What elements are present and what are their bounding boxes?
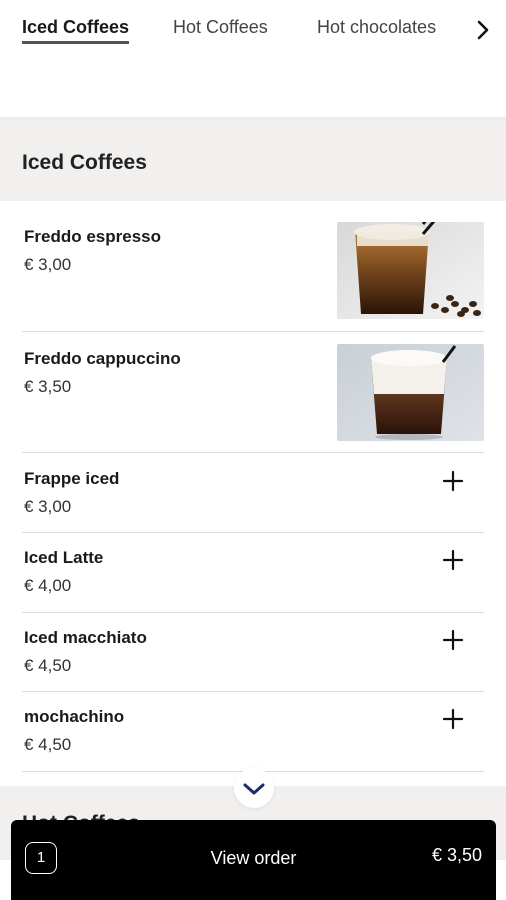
plus-icon — [442, 470, 464, 492]
menu-item-frappe-iced[interactable]: Frappe iced € 3,00 — [22, 453, 484, 533]
plus-icon — [442, 708, 464, 730]
category-tabs: Iced Coffees Hot Coffees Hot chocolates — [0, 0, 506, 62]
item-name: mochachino — [24, 707, 125, 726]
item-name: Frappe iced — [24, 469, 120, 488]
order-total: € 3,50 — [431, 845, 482, 865]
item-name: Freddo espresso — [24, 227, 161, 246]
item-price: € 4,00 — [24, 576, 72, 595]
item-photo — [337, 344, 484, 441]
menu-item-iced-macchiato[interactable]: Iced macchiato € 4,50 — [22, 613, 484, 692]
add-item-button[interactable] — [440, 706, 466, 732]
menu-item-mochachino[interactable]: mochachino € 4,50 — [22, 692, 484, 772]
chevron-down-icon — [243, 783, 265, 795]
plus-icon — [442, 629, 464, 651]
item-photo — [337, 222, 484, 319]
chevron-right-icon — [477, 20, 489, 40]
item-price: € 4,50 — [24, 656, 72, 675]
tab-hot-chocolates[interactable]: Hot chocolates — [317, 17, 436, 38]
plus-icon — [442, 549, 464, 571]
item-name: Iced Latte — [24, 548, 104, 567]
section-title: Iced Coffees — [22, 151, 147, 174]
menu-item-iced-latte[interactable]: Iced Latte € 4,00 — [22, 533, 484, 613]
item-price: € 3,50 — [24, 377, 72, 396]
item-price: € 3,00 — [24, 497, 72, 516]
tab-hot-coffees[interactable]: Hot Coffees — [173, 17, 268, 38]
add-item-button[interactable] — [440, 627, 466, 653]
item-name: Iced macchiato — [24, 628, 147, 647]
item-name: Freddo cappuccino — [24, 349, 181, 368]
view-order-label: View order — [210, 848, 297, 868]
view-order-button[interactable]: 1 View order € 3,50 — [11, 820, 496, 900]
section-header-iced-coffees: Iced Coffees — [0, 123, 506, 201]
header-spacer — [0, 62, 506, 118]
scroll-down-button[interactable] — [234, 768, 274, 808]
item-price: € 3,00 — [24, 255, 72, 274]
menu-item-freddo-cappuccino[interactable]: Freddo cappuccino € 3,50 — [22, 332, 484, 453]
item-price: € 4,50 — [24, 735, 72, 754]
add-item-button[interactable] — [440, 468, 466, 494]
tab-iced-coffees[interactable]: Iced Coffees — [22, 17, 130, 44]
tab-scroll-button[interactable] — [450, 0, 506, 62]
menu-item-freddo-espresso[interactable]: Freddo espresso € 3,00 — [22, 201, 484, 332]
add-item-button[interactable] — [440, 547, 466, 573]
